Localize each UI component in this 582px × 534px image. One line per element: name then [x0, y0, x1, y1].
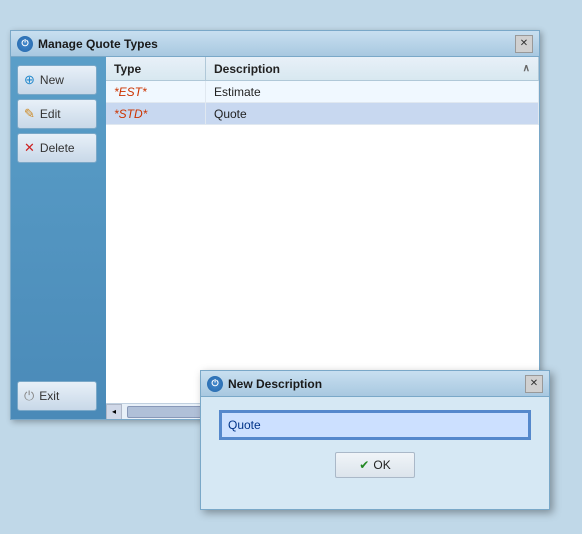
- sidebar-spacer: [17, 167, 100, 377]
- window-body: ⊕ New ✎ Edit ✕ Delete ⏻ Exit Type: [11, 57, 539, 419]
- new-label: New: [40, 73, 64, 87]
- table-area: Type Description ∧ *EST* Estimate *STD* …: [106, 57, 539, 419]
- sub-dialog-title-bar: ⏻ New Description ✕: [201, 371, 549, 397]
- scroll-left-button[interactable]: ◂: [106, 404, 122, 420]
- edit-icon: ✎: [24, 106, 35, 122]
- table-header: Type Description ∧: [106, 57, 539, 81]
- exit-button[interactable]: ⏻ Exit: [17, 381, 97, 411]
- row-desc: Estimate: [206, 81, 539, 102]
- column-type: Type: [106, 57, 206, 80]
- sidebar: ⊕ New ✎ Edit ✕ Delete ⏻ Exit: [11, 57, 106, 419]
- table-row[interactable]: *EST* Estimate: [106, 81, 539, 103]
- edit-label: Edit: [40, 107, 61, 121]
- main-window-title: Manage Quote Types: [38, 37, 158, 51]
- sub-dialog: ⏻ New Description ✕ ✔ OK: [200, 370, 550, 510]
- main-title-bar: ⏻ Manage Quote Types ✕: [11, 31, 539, 57]
- exit-label: Exit: [39, 389, 59, 403]
- table-row[interactable]: *STD* Quote: [106, 103, 539, 125]
- row-type: *EST*: [106, 81, 206, 102]
- title-bar-left: ⏻ Manage Quote Types: [17, 36, 158, 52]
- main-window-icon: ⏻: [17, 36, 33, 52]
- sort-indicator: ∧: [523, 63, 530, 74]
- scroll-thumb[interactable]: [127, 406, 207, 418]
- delete-label: Delete: [40, 141, 75, 155]
- sub-dialog-icon: ⏻: [207, 376, 223, 392]
- new-button[interactable]: ⊕ New: [17, 65, 97, 95]
- sub-title-left: ⏻ New Description: [207, 376, 322, 392]
- delete-icon: ✕: [24, 140, 35, 156]
- ok-button[interactable]: ✔ OK: [335, 452, 415, 478]
- row-type: *STD*: [106, 103, 206, 124]
- main-window: ⏻ Manage Quote Types ✕ ⊕ New ✎ Edit ✕ De…: [10, 30, 540, 420]
- ok-label: OK: [373, 458, 390, 472]
- column-description: Description ∧: [206, 57, 539, 80]
- sub-dialog-body: ✔ OK: [201, 397, 549, 493]
- edit-button[interactable]: ✎ Edit: [17, 99, 97, 129]
- exit-icon: ⏻: [24, 388, 34, 404]
- main-close-button[interactable]: ✕: [515, 35, 533, 53]
- description-input[interactable]: [221, 412, 529, 438]
- new-icon: ⊕: [24, 72, 35, 88]
- ok-checkmark: ✔: [359, 458, 369, 472]
- sub-dialog-title: New Description: [228, 377, 322, 391]
- sub-close-button[interactable]: ✕: [525, 375, 543, 393]
- row-desc: Quote: [206, 103, 539, 124]
- table-body[interactable]: *EST* Estimate *STD* Quote: [106, 81, 539, 403]
- delete-button[interactable]: ✕ Delete: [17, 133, 97, 163]
